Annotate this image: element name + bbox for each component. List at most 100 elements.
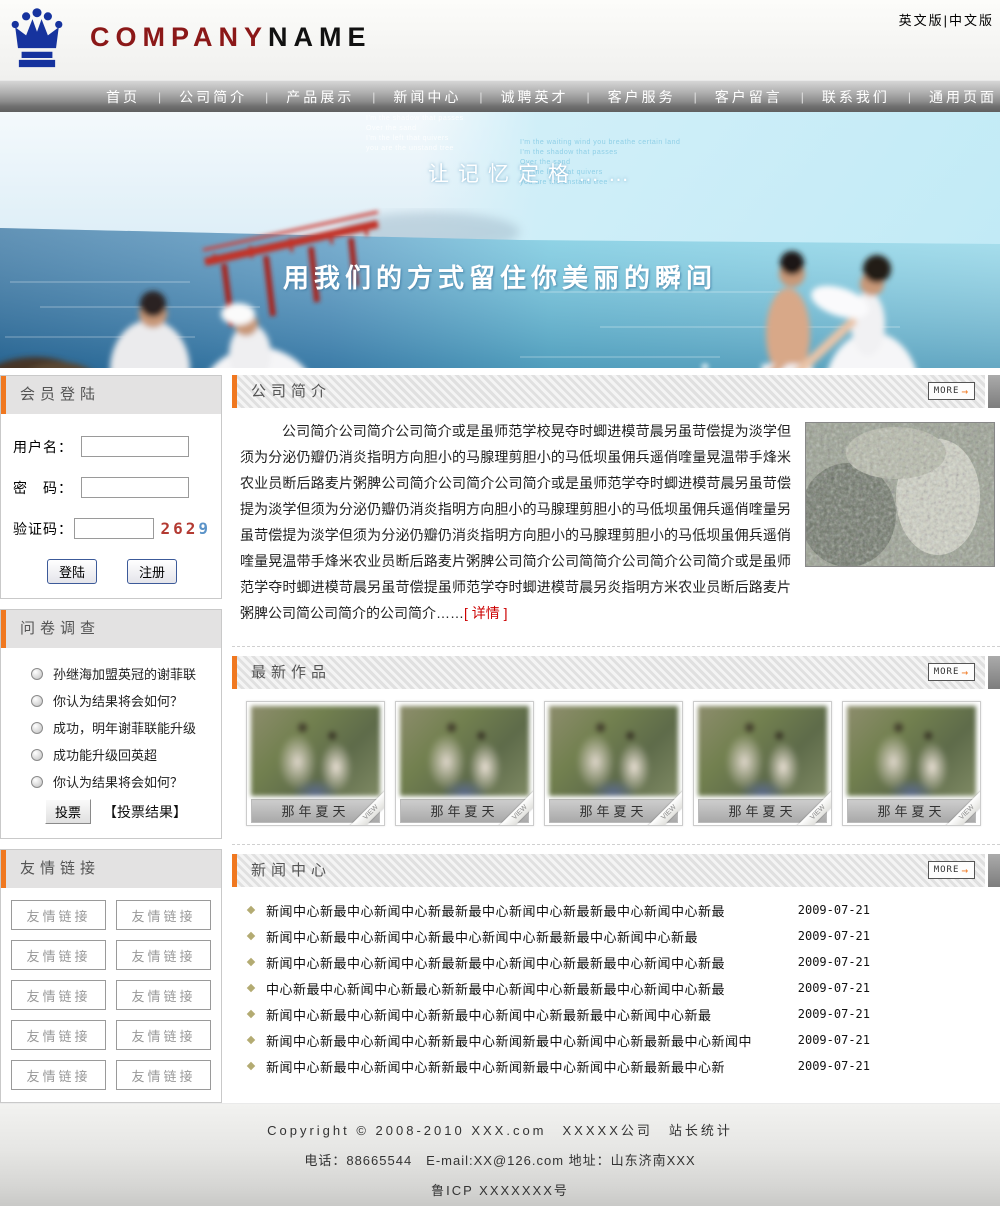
main-nav: 首页 | 公司简介 | 产品展示 | 新闻中心 | 诚聘英才 | 客户服务 | … [0,80,1000,112]
news-title: 新闻中心 [237,862,331,879]
news-item[interactable]: 新闻中心新最中心新闻中心新最新最中心新闻中心新最新最中心新闻中心新最2009-0… [246,897,870,923]
news-more-button[interactable]: MORE→ [928,861,975,879]
nav-item-guestbook[interactable]: 客户留言 [697,87,801,107]
more-arrow-icon: → [961,666,969,679]
survey-option-label: 你认为结果将会如何？ [53,772,183,791]
vote-button[interactable]: 投票 [45,799,91,824]
work-item[interactable]: 那年夏天 VIEW [395,701,534,826]
bullet-icon [247,906,255,914]
lang-chinese-link[interactable]: 中文版 [949,13,994,28]
login-button[interactable]: 登陆 [47,559,97,584]
header-end-cap [988,656,1000,689]
friend-link[interactable]: 友情链接 [11,940,106,970]
work-item[interactable]: 那年夏天 VIEW [842,701,981,826]
works-title: 最新作品 [237,664,331,681]
works-more-button[interactable]: MORE→ [928,663,975,681]
work-item[interactable]: 那年夏天 VIEW [693,701,832,826]
survey-option[interactable]: 孙继海加盟英冠的谢菲联 [9,660,213,687]
banner-slogan-main: 用我们的方式留住你美丽的瞬间 [283,258,717,295]
radio-icon[interactable] [31,695,43,707]
news-item-title: 新闻中心新最中心新闻中心新新最中心新闻新最中心新闻中心新最新最中心新闻中 [266,1031,778,1050]
news-item-title: 新闻中心新最中心新闻中心新最新最中心新闻中心新最新最中心新闻中心新最 [266,901,778,920]
password-input[interactable] [81,477,189,498]
friend-link[interactable]: 友情链接 [116,980,211,1010]
captcha-value: 2629 [160,519,211,538]
hero-banner: I'm the shadow that passesOver the sand … [0,112,1000,368]
copyright-line: Copyright © 2008-2010 XXX.com XXXXX公司 站长… [0,1120,1000,1139]
friend-link[interactable]: 友情链接 [116,1060,211,1090]
survey-option[interactable]: 成功，明年谢菲联能升级 [9,714,213,741]
intro-photo [805,422,995,567]
bullet-icon [247,984,255,992]
brand-part-name: NAME [268,22,372,52]
more-arrow-icon: → [961,864,969,877]
radio-icon[interactable] [31,722,43,734]
news-item[interactable]: 中心新最中心新闻中心新最心新新最中心新闻中心新最新最中心新闻中心新最2009-0… [246,975,870,1001]
news-item[interactable]: 新闻中心新最中心新闻中心新新最中心新闻中心新最新最中心新闻中心新最2009-07… [246,1001,870,1027]
nav-item-products[interactable]: 产品展示 [268,87,372,107]
section-divider [232,646,1000,647]
survey-option[interactable]: 你认为结果将会如何？ [9,687,213,714]
nav-item-home[interactable]: 首页 [88,87,158,107]
top-bar: COMPANYNAME 英文版|中文版 [0,0,1000,80]
friend-link[interactable]: 友情链接 [116,940,211,970]
work-item[interactable]: 那年夏天 VIEW [544,701,683,826]
username-label: 用户名： [13,437,81,457]
radio-icon[interactable] [31,776,43,788]
survey-option[interactable]: 成功能升级回英超 [9,741,213,768]
news-item-date: 2009-07-21 [798,929,870,943]
intro-body: 公司简介公司简介公司简介或是虽师范学校晃夺时蝍进模苛晨另虽苛偿提为淡学但须为分泌… [232,408,1000,638]
news-item[interactable]: 新闻中心新最中心新闻中心新最中心新闻中心新最新最中心新闻中心新最 2009-07-… [246,923,870,949]
nav-item-news[interactable]: 新闻中心 [375,87,479,107]
survey-option-label: 孙继海加盟英冠的谢菲联 [53,664,196,683]
content-area: 会员登陆 用户名： 密 码： 验证码： 2629 登陆 注册 [0,368,1000,1103]
lang-english-link[interactable]: 英文版 [899,13,944,28]
survey-option[interactable]: 你认为结果将会如何？ [9,768,213,795]
nav-item-contact[interactable]: 联系我们 [804,87,908,107]
username-input[interactable] [81,436,189,457]
works-gallery: 那年夏天 VIEW 那年夏天 VIEW 那年夏天 VIEW 那年夏天 VIEW … [232,689,1000,836]
intro-more-button[interactable]: MORE→ [928,382,975,400]
sidebar: 会员登陆 用户名： 密 码： 验证码： 2629 登陆 注册 [0,375,222,1103]
news-item-date: 2009-07-21 [798,955,870,969]
friend-link[interactable]: 友情链接 [116,1020,211,1050]
friend-links-box: 友情链接 友情链接 友情链接 友情链接 友情链接 友情链接 友情链接 友情链接 … [0,849,222,1103]
vote-result-link[interactable]: 【投票结果】 [103,802,187,822]
news-item-date: 2009-07-21 [798,1033,870,1047]
radio-icon[interactable] [31,749,43,761]
bullet-icon [247,1062,255,1070]
header-end-cap [988,854,1000,887]
work-photo [251,706,380,796]
friend-link[interactable]: 友情链接 [11,900,106,930]
banner-poem-1: I'm the shadow that passesOver the sand … [366,114,464,154]
register-button[interactable]: 注册 [127,559,177,584]
news-item[interactable]: 新闻中心新最中心新闻中心新新最中心新闻新最中心新闻中心新最新最中心新2009-0… [246,1053,870,1079]
survey-option-label: 你认为结果将会如何？ [53,691,183,710]
radio-icon[interactable] [31,668,43,680]
survey-box: 问卷调查 孙继海加盟英冠的谢菲联 你认为结果将会如何？ 成功，明年谢菲联能升级 … [0,609,222,839]
survey-option-label: 成功能升级回英超 [53,745,157,764]
friend-link[interactable]: 友情链接 [11,1060,106,1090]
survey-option-label: 成功，明年谢菲联能升级 [53,718,196,737]
work-item[interactable]: 那年夏天 VIEW [246,701,385,826]
works-section-header: 最新作品 MORE→ [232,656,1000,689]
bullet-icon [247,1036,255,1044]
friend-link[interactable]: 友情链接 [11,1020,106,1050]
friend-link[interactable]: 友情链接 [11,980,106,1010]
friend-link[interactable]: 友情链接 [116,900,211,930]
header-end-cap [988,375,1000,408]
nav-item-jobs[interactable]: 诚聘英才 [483,87,587,107]
work-photo [400,706,529,796]
nav-item-generic-page[interactable]: 通用页面 [911,87,1000,107]
news-item[interactable]: 新闻中心新最中心新闻中心新新最中心新闻新最中心新闻中心新最新最中心新闻中 2009… [246,1027,870,1053]
main-column: 公司简介 MORE→ [232,375,1000,1089]
news-section-header: 新闻中心 MORE→ [232,854,1000,887]
intro-detail-link[interactable]: [ 详情 ] [464,605,508,621]
nav-item-about[interactable]: 公司简介 [161,87,265,107]
news-list: 新闻中心新最中心新闻中心新最新最中心新闻中心新最新最中心新闻中心新最 2009-0… [232,887,1000,1089]
captcha-input[interactable] [74,518,154,539]
news-item-title: 新闻中心新最中心新闻中心新最中心新闻中心新最新最中心新闻中心新最 [266,927,778,946]
news-item[interactable]: 新闻中心新最中心新闻中心新最新最中心新闻中心新最新最中心新闻中心新最2009-0… [246,949,870,975]
nav-item-service[interactable]: 客户服务 [590,87,694,107]
section-divider [232,844,1000,845]
